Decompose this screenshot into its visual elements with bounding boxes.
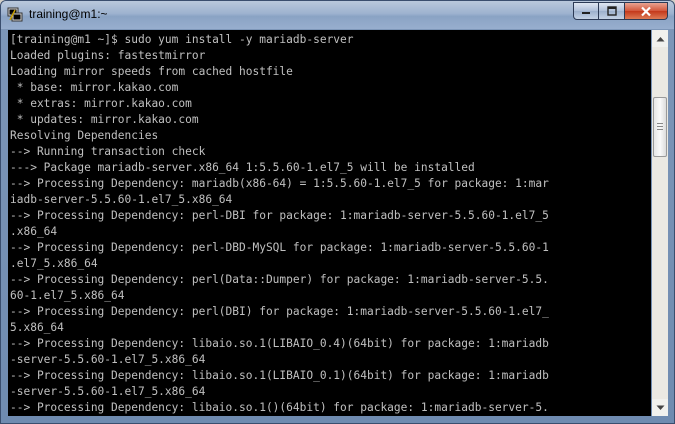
terminal-line: Loaded plugins: fastestmirror (10, 49, 206, 62)
terminal-line: --> Running transaction check (10, 145, 206, 158)
terminal-line: 60-1.el7_5.x86_64 (10, 289, 125, 302)
maximize-button[interactable] (599, 2, 625, 20)
vertical-scrollbar[interactable] (652, 30, 668, 416)
terminal-line: .x86_64 (10, 225, 58, 238)
close-button[interactable] (625, 2, 668, 20)
terminal-line: [training@m1 ~]$ sudo yum install -y mar… (10, 33, 354, 46)
terminal-line: --> Processing Dependency: perl-DBD-MySQ… (10, 241, 549, 254)
terminal-line: -server-5.5.60-1.el7_5.x86_64 (10, 353, 206, 366)
scrollbar-thumb[interactable] (653, 97, 667, 157)
scroll-up-button[interactable] (652, 30, 668, 47)
terminal-line: .el7_5.x86_64 (10, 257, 98, 270)
arrow-up-icon (656, 36, 664, 41)
terminal-line: --> Processing Dependency: perl-DBI for … (10, 209, 549, 222)
terminal-line: --> Processing Dependency: libaio.so.1()… (10, 401, 549, 414)
terminal-line: * extras: mirror.kakao.com (10, 97, 192, 110)
minimize-button[interactable] (573, 2, 599, 20)
maximize-icon (606, 6, 617, 16)
terminal-line: --> Processing Dependency: libaio.so.1(L… (10, 337, 549, 350)
grip-line (657, 126, 663, 127)
terminal-line: --> Processing Dependency: perl(DBI) for… (10, 305, 549, 318)
terminal-line: * updates: mirror.kakao.com (10, 113, 199, 126)
terminal-line: iadb-server-5.5.60-1.el7_5.x86_64 (10, 193, 233, 206)
window-title: training@m1:~ (29, 7, 108, 21)
putty-icon (7, 7, 23, 22)
terminal-line: -server-5.5.60-1.el7_5.x86_64 (10, 385, 206, 398)
arrow-down-icon (656, 405, 664, 410)
close-icon (641, 6, 651, 16)
terminal-lines: [training@m1 ~]$ sudo yum install -y mar… (8, 30, 651, 416)
terminal-line: Resolving Dependencies (10, 129, 159, 142)
terminal-line: ---> Package mariadb-server.x86_64 1:5.5… (10, 161, 475, 174)
minimize-icon (582, 12, 590, 14)
terminal-line: --> Processing Dependency: perl(Data::Du… (10, 273, 549, 286)
grip-line (657, 123, 663, 124)
terminal-line: Loading mirror speeds from cached hostfi… (10, 65, 293, 78)
title-bar[interactable]: training@m1:~ (1, 1, 674, 29)
terminal-line: * base: mirror.kakao.com (10, 81, 179, 94)
window-controls (573, 2, 668, 21)
terminal-line: --> Processing Dependency: libaio.so.1(L… (10, 369, 549, 382)
terminal-line: --> Processing Dependency: mariadb(x86-6… (10, 177, 549, 190)
terminal-line: 5.x86_64 (10, 321, 64, 334)
terminal-output[interactable]: [training@m1 ~]$ sudo yum install -y mar… (8, 30, 651, 416)
terminal-window: training@m1:~ [training@m1 ~]$ sudo yum … (0, 0, 675, 424)
scroll-down-button[interactable] (652, 399, 668, 416)
grip-line (657, 129, 663, 130)
